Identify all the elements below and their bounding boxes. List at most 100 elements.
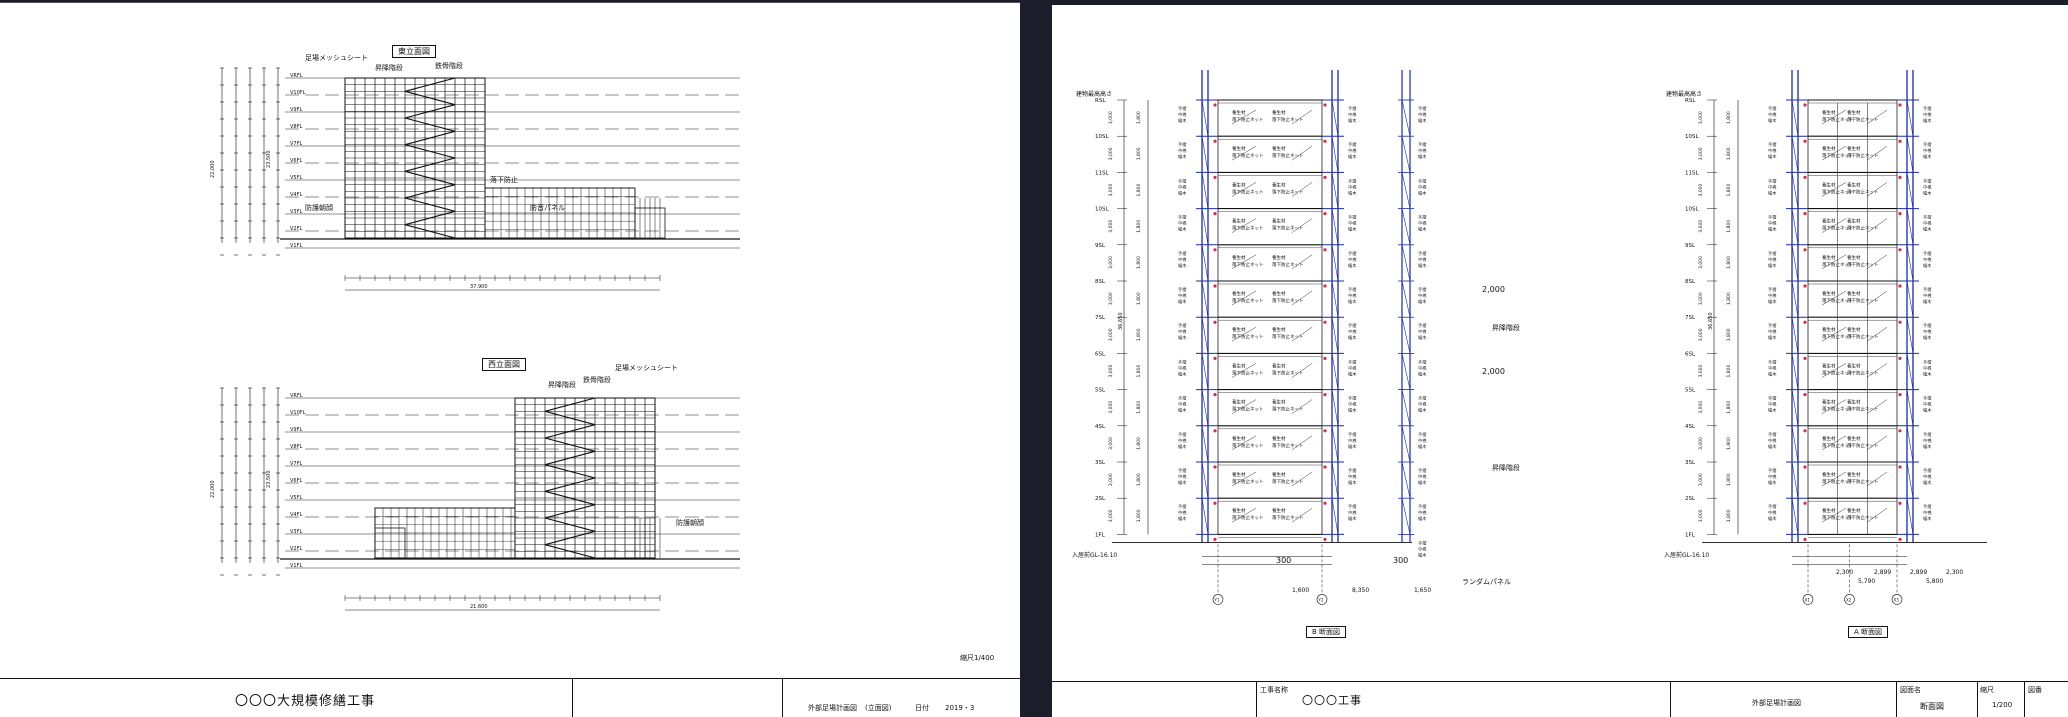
side-label: 幅木 — [1348, 226, 1357, 233]
brace — [1201, 425, 1209, 463]
east-elevation-title: 東立面図 — [392, 45, 436, 58]
floor-dim: 3,000 — [1698, 183, 1704, 196]
floor-dim: 3,000 — [1108, 220, 1114, 233]
section-b-title: B 断面図 — [1306, 626, 1347, 638]
side-label: 手摺 — [1348, 214, 1356, 221]
wall-tie-mark — [1803, 320, 1807, 324]
side-label: 手摺 — [1768, 250, 1776, 257]
section-a-title: A 断面図 — [1848, 626, 1889, 638]
side-label: 中桟 — [1348, 147, 1357, 154]
side-label: 手摺 — [1178, 503, 1186, 510]
side-label: 幅木 — [1348, 370, 1357, 377]
brace — [1331, 244, 1339, 282]
wall-tie-mark — [1898, 356, 1902, 360]
side-label: 幅木 — [1768, 515, 1777, 522]
room-label-a: 養生材 — [1847, 326, 1861, 333]
side-label: 手摺 — [1923, 141, 1931, 148]
room-label-a: 養生材 — [1847, 218, 1861, 225]
floor-label: RSL — [1095, 98, 1106, 104]
stair-side-label: 手摺 — [1418, 431, 1426, 438]
room-label-a: 養生材 — [1847, 435, 1861, 442]
floor-dim: 3,000 — [1108, 473, 1114, 486]
side-label: 中桟 — [1923, 437, 1932, 444]
left-title-block: 〇〇〇大規模修繕工事 外部足場計画図 (立面図) 日付 2019・3 — [0, 678, 1020, 717]
room-label-b: 落下防止ネット — [1232, 152, 1264, 159]
side-label: 手摺 — [1348, 358, 1356, 365]
brace — [1331, 280, 1339, 318]
room-label-a: 養生材 — [1232, 109, 1246, 116]
side-label: 中桟 — [1768, 401, 1777, 408]
floor-tag: V9FL — [290, 107, 302, 113]
brace — [1906, 461, 1914, 499]
side-label: 幅木 — [1178, 479, 1187, 486]
annex-outline — [374, 527, 406, 559]
floor-dim: 3,000 — [1698, 401, 1704, 414]
floor-tag: V1FL — [290, 563, 302, 569]
wall-tie-mark — [1323, 537, 1327, 542]
room-label-b: 落下防止ネット — [1232, 478, 1264, 485]
scaf-dim: 1,800 — [1726, 256, 1732, 269]
brace — [1201, 136, 1209, 173]
wall-tie-mark — [1898, 537, 1902, 542]
stair-side-label: 中桟 — [1418, 509, 1427, 516]
floor-label: 8SL — [1685, 279, 1696, 285]
room-label-a: 養生材 — [1822, 435, 1836, 442]
floor-label: 5SL — [1095, 388, 1106, 394]
side-label: 手摺 — [1178, 214, 1186, 221]
brace — [1201, 208, 1209, 245]
side-label: 手摺 — [1178, 250, 1186, 257]
brace — [1791, 425, 1799, 463]
floor-tag: V6FL — [290, 478, 302, 484]
side-label: 幅木 — [1178, 370, 1187, 377]
floor-label: 3SL — [1685, 460, 1696, 466]
stair-side-label: 幅木 — [1418, 479, 1427, 486]
stair-side-label: 手摺 — [1418, 467, 1426, 474]
scaf-dim: 1,800 — [1726, 364, 1732, 377]
dim-total: 22,000 — [210, 161, 216, 179]
wall-tie-mark — [1803, 501, 1807, 505]
annot-random-panel: ランダムパネル — [1462, 578, 1511, 586]
west-label-bracket: 防護朝顔 — [676, 519, 704, 527]
wall-tie-mark — [1898, 248, 1902, 252]
side-label: 中桟 — [1768, 364, 1777, 371]
side-label: 幅木 — [1348, 189, 1357, 196]
room-label-a: 養生材 — [1822, 145, 1836, 152]
stair-side-label: 手摺 — [1418, 503, 1426, 510]
room-label-a: 養生材 — [1822, 507, 1836, 514]
room-label-b: 落下防止ネット — [1232, 297, 1264, 304]
side-label: 手摺 — [1768, 214, 1776, 221]
stair-side-label: 幅木 — [1418, 153, 1427, 160]
side-label: 幅木 — [1923, 443, 1932, 450]
side-label: 幅木 — [1768, 443, 1777, 450]
brace — [1201, 389, 1209, 426]
floor-label: 9SL — [1095, 243, 1106, 249]
floor-label: 10SL — [1685, 134, 1699, 140]
wall-tie-mark — [1898, 212, 1902, 216]
wall-tie-mark — [1803, 356, 1807, 360]
floor-label: 7SL — [1095, 315, 1106, 321]
side-label: 幅木 — [1923, 117, 1932, 124]
wall-tie-mark — [1213, 103, 1217, 107]
brace — [1201, 461, 1209, 499]
side-label: 幅木 — [1178, 189, 1187, 196]
side-label: 手摺 — [1348, 322, 1356, 329]
wall-tie-mark — [1213, 320, 1217, 324]
wall-tie-mark — [1898, 139, 1902, 143]
floor-dim: 3,000 — [1108, 111, 1114, 124]
stair-side-label: 幅木 — [1418, 551, 1427, 558]
side-label: 手摺 — [1768, 286, 1776, 293]
side-label: 中桟 — [1768, 111, 1777, 118]
room-label-a: 養生材 — [1847, 471, 1861, 478]
brace — [1906, 136, 1914, 173]
total-height: 36,650 — [1708, 313, 1714, 331]
side-label: 幅木 — [1348, 479, 1357, 486]
wall-tie-mark — [1898, 175, 1902, 179]
side-label: 手摺 — [1348, 503, 1356, 510]
floor-dim: 3,000 — [1698, 256, 1704, 269]
right-name-label: 図面名 — [1900, 686, 1921, 694]
scaf-dim: 1,800 — [1726, 147, 1732, 160]
stair-brace — [1401, 498, 1411, 535]
floor-label: 10SL — [1095, 134, 1109, 140]
brace — [1331, 461, 1339, 499]
floor-dim: 3,000 — [1108, 509, 1114, 522]
